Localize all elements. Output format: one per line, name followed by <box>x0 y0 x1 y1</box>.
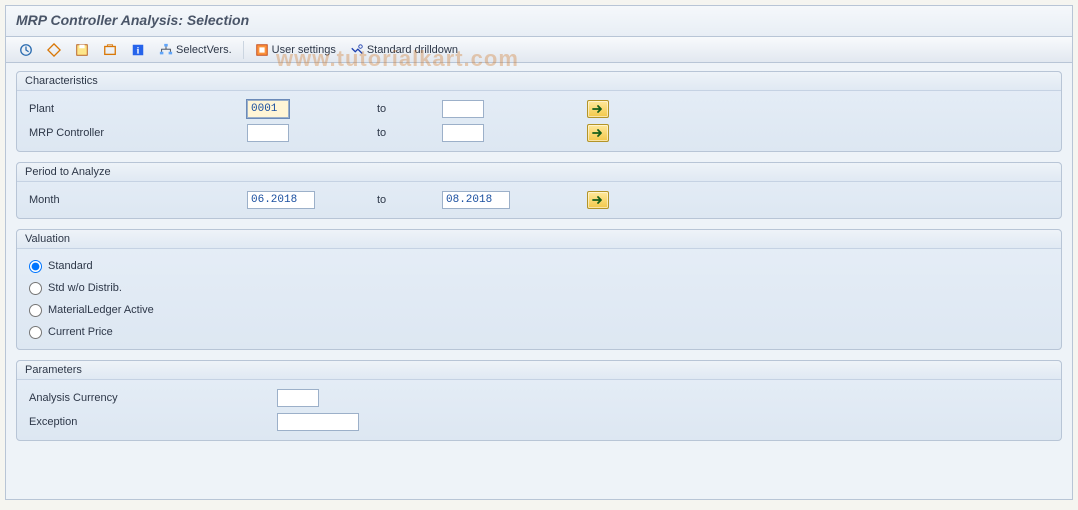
standard-drilldown-label: Standard drilldown <box>367 44 458 56</box>
open-icon <box>103 43 117 57</box>
radio-standard[interactable] <box>29 260 42 273</box>
open-button[interactable] <box>98 40 122 60</box>
group-title-characteristics: Characteristics <box>17 72 1061 91</box>
group-title-valuation: Valuation <box>17 230 1061 249</box>
info-icon: i <box>131 43 145 57</box>
group-title-period: Period to Analyze <box>17 163 1061 182</box>
hierarchy-icon <box>159 43 173 57</box>
radio-label-currprice[interactable]: Current Price <box>48 326 113 338</box>
toolbar: i SelectVers. User settings Standard dri… <box>6 37 1072 63</box>
save-button[interactable] <box>70 40 94 60</box>
radio-label-standard[interactable]: Standard <box>48 260 93 272</box>
radio-row-stdwo: Std w/o Distrib. <box>27 277 1051 299</box>
input-plant-high[interactable] <box>442 100 484 118</box>
toolbar-separator <box>243 41 244 59</box>
input-exception[interactable] <box>277 413 359 431</box>
diamond-icon <box>47 43 61 57</box>
radio-mlactive[interactable] <box>29 304 42 317</box>
group-title-parameters: Parameters <box>17 361 1061 380</box>
clock-execute-icon <box>19 43 33 57</box>
radio-label-mlactive[interactable]: MaterialLedger Active <box>48 304 154 316</box>
arrow-right-icon <box>592 104 604 114</box>
radio-row-currprice: Current Price <box>27 321 1051 343</box>
multi-select-month-button[interactable] <box>587 191 609 209</box>
selectvers-label: SelectVers. <box>176 44 232 56</box>
radio-stdwo[interactable] <box>29 282 42 295</box>
svg-text:i: i <box>137 45 140 56</box>
execute-print-button[interactable] <box>42 40 66 60</box>
selectvers-button[interactable]: SelectVers. <box>154 40 237 60</box>
input-mrpctrl-low[interactable] <box>247 124 289 142</box>
save-icon <box>75 43 89 57</box>
label-plant-to: to <box>377 103 442 115</box>
row-exception: Exception <box>27 410 1051 434</box>
arrow-right-icon <box>592 128 604 138</box>
radio-row-mlactive: MaterialLedger Active <box>27 299 1051 321</box>
group-valuation: Valuation Standard Std w/o Distrib. Mate… <box>16 229 1062 350</box>
row-plant: Plant to <box>27 97 1051 121</box>
label-currency: Analysis Currency <box>27 392 277 404</box>
multi-select-plant-button[interactable] <box>587 100 609 118</box>
label-mrpctrl: MRP Controller <box>27 127 247 139</box>
row-mrpctrl: MRP Controller to <box>27 121 1051 145</box>
input-plant-low[interactable] <box>247 100 289 118</box>
input-currency[interactable] <box>277 389 319 407</box>
user-settings-label: User settings <box>272 44 336 56</box>
user-settings-button[interactable]: User settings <box>250 40 341 60</box>
standard-drilldown-button[interactable]: Standard drilldown <box>345 40 463 60</box>
input-mrpctrl-high[interactable] <box>442 124 484 142</box>
input-month-high[interactable] <box>442 191 510 209</box>
radio-currprice[interactable] <box>29 326 42 339</box>
radio-row-standard: Standard <box>27 255 1051 277</box>
group-period: Period to Analyze Month to <box>16 162 1062 219</box>
arrow-right-icon <box>592 195 604 205</box>
row-currency: Analysis Currency <box>27 386 1051 410</box>
row-month: Month to <box>27 188 1051 212</box>
drilldown-icon <box>350 43 364 57</box>
content-area: Characteristics Plant to MRP Controller <box>6 63 1072 500</box>
label-mrpctrl-to: to <box>377 127 442 139</box>
group-characteristics: Characteristics Plant to MRP Controller <box>16 71 1062 152</box>
info-button[interactable]: i <box>126 40 150 60</box>
label-exception: Exception <box>27 416 277 428</box>
radio-label-stdwo[interactable]: Std w/o Distrib. <box>48 282 122 294</box>
title-bar: MRP Controller Analysis: Selection <box>6 6 1072 37</box>
label-plant: Plant <box>27 103 247 115</box>
execute-button[interactable] <box>14 40 38 60</box>
user-settings-icon <box>255 43 269 57</box>
multi-select-mrpctrl-button[interactable] <box>587 124 609 142</box>
label-month-to: to <box>377 194 442 206</box>
group-parameters: Parameters Analysis Currency Exception <box>16 360 1062 441</box>
page-title: MRP Controller Analysis: Selection <box>16 12 1062 28</box>
label-month: Month <box>27 194 247 206</box>
input-month-low[interactable] <box>247 191 315 209</box>
